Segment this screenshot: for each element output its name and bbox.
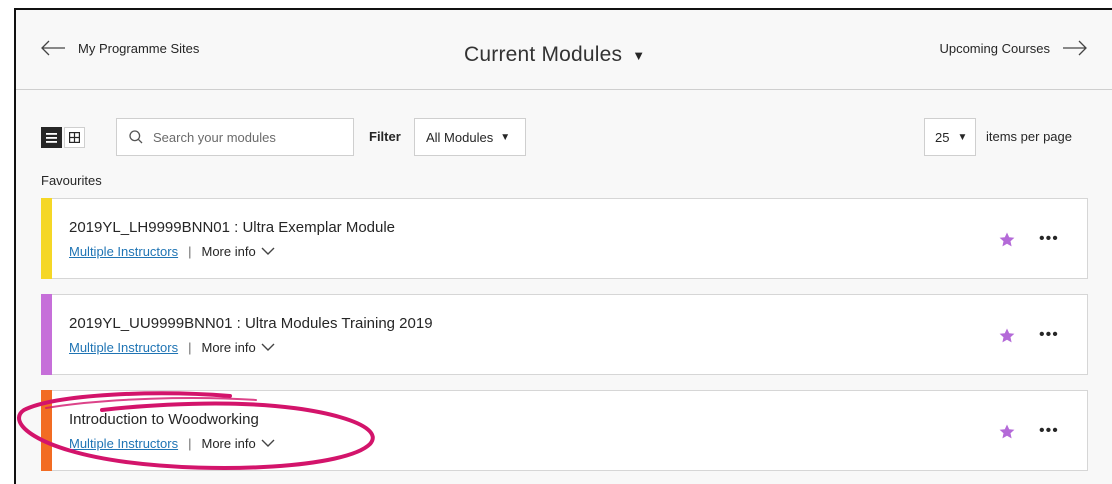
caret-down-icon: ▼ [957, 131, 968, 143]
items-per-page-value: 25 [935, 129, 950, 145]
arrow-left-icon [41, 40, 65, 56]
grid-view-icon [69, 132, 80, 143]
more-info-toggle[interactable]: More info [201, 244, 275, 259]
meta-separator: | [188, 340, 192, 355]
module-title-link[interactable]: 2019YL_LH9999BNN01 : Ultra Exemplar Modu… [69, 219, 395, 236]
module-color-stripe [41, 198, 52, 279]
module-card: Introduction to Woodworking Multiple Ins… [41, 390, 1088, 471]
module-meta: Multiple Instructors | More info [69, 436, 275, 451]
instructors-link[interactable]: Multiple Instructors [69, 340, 178, 355]
next-section-link[interactable]: Upcoming Courses [939, 40, 1088, 56]
favourite-star-icon[interactable] [999, 328, 1015, 343]
meta-separator: | [188, 244, 192, 259]
previous-section-link[interactable]: My Programme Sites [40, 40, 199, 56]
more-info-label: More info [201, 244, 256, 259]
module-view-selector[interactable]: Current Modules ▼ [464, 43, 645, 67]
more-options-icon[interactable]: ••• [1039, 326, 1059, 344]
filter-label: Filter [369, 129, 401, 144]
page-title: Current Modules [464, 43, 623, 66]
list-view-icon [46, 132, 57, 143]
previous-section-label: My Programme Sites [78, 40, 200, 56]
more-options-icon[interactable]: ••• [1039, 422, 1059, 440]
module-meta: Multiple Instructors | More info [69, 244, 275, 259]
caret-down-icon: ▼ [500, 131, 511, 143]
items-per-page-label: items per page [986, 129, 1072, 144]
filter-dropdown[interactable]: All Modules ▼ [414, 118, 526, 156]
favourite-star-icon[interactable] [999, 424, 1015, 439]
module-color-stripe [41, 390, 52, 471]
next-section-label: Upcoming Courses [939, 40, 1050, 56]
search-input[interactable] [153, 129, 333, 145]
more-info-label: More info [201, 340, 256, 355]
more-options-icon[interactable]: ••• [1039, 230, 1059, 248]
instructors-link[interactable]: Multiple Instructors [69, 436, 178, 451]
module-search-box[interactable] [116, 118, 354, 156]
page-frame: My Programme Sites Current Modules ▼ Upc… [14, 8, 1112, 484]
chevron-down-icon [261, 439, 275, 447]
chevron-down-icon [261, 247, 275, 255]
module-toolbar: Filter All Modules ▼ 25 ▼ items per page [16, 118, 1112, 158]
module-card: 2019YL_UU9999BNN01 : Ultra Modules Train… [41, 294, 1088, 375]
caret-down-icon: ▼ [632, 47, 646, 63]
search-icon [129, 130, 143, 144]
favourites-heading: Favourites [41, 173, 102, 188]
top-navigation-bar: My Programme Sites Current Modules ▼ Upc… [16, 10, 1112, 90]
module-card: 2019YL_LH9999BNN01 : Ultra Exemplar Modu… [41, 198, 1088, 279]
module-title-link[interactable]: 2019YL_UU9999BNN01 : Ultra Modules Train… [69, 315, 433, 332]
grid-view-button[interactable] [64, 127, 85, 148]
arrow-right-icon [1063, 40, 1087, 56]
view-toggle [41, 127, 85, 148]
instructors-link[interactable]: Multiple Instructors [69, 244, 178, 259]
more-info-toggle[interactable]: More info [201, 340, 275, 355]
chevron-down-icon [261, 343, 275, 351]
module-color-stripe [41, 294, 52, 375]
items-per-page-dropdown[interactable]: 25 ▼ [924, 118, 976, 156]
list-view-button[interactable] [41, 127, 62, 148]
more-info-label: More info [201, 436, 256, 451]
meta-separator: | [188, 436, 192, 451]
more-info-toggle[interactable]: More info [201, 436, 275, 451]
favourite-star-icon[interactable] [999, 232, 1015, 247]
filter-value: All Modules [426, 129, 494, 145]
module-meta: Multiple Instructors | More info [69, 340, 275, 355]
module-title-link[interactable]: Introduction to Woodworking [69, 411, 259, 428]
